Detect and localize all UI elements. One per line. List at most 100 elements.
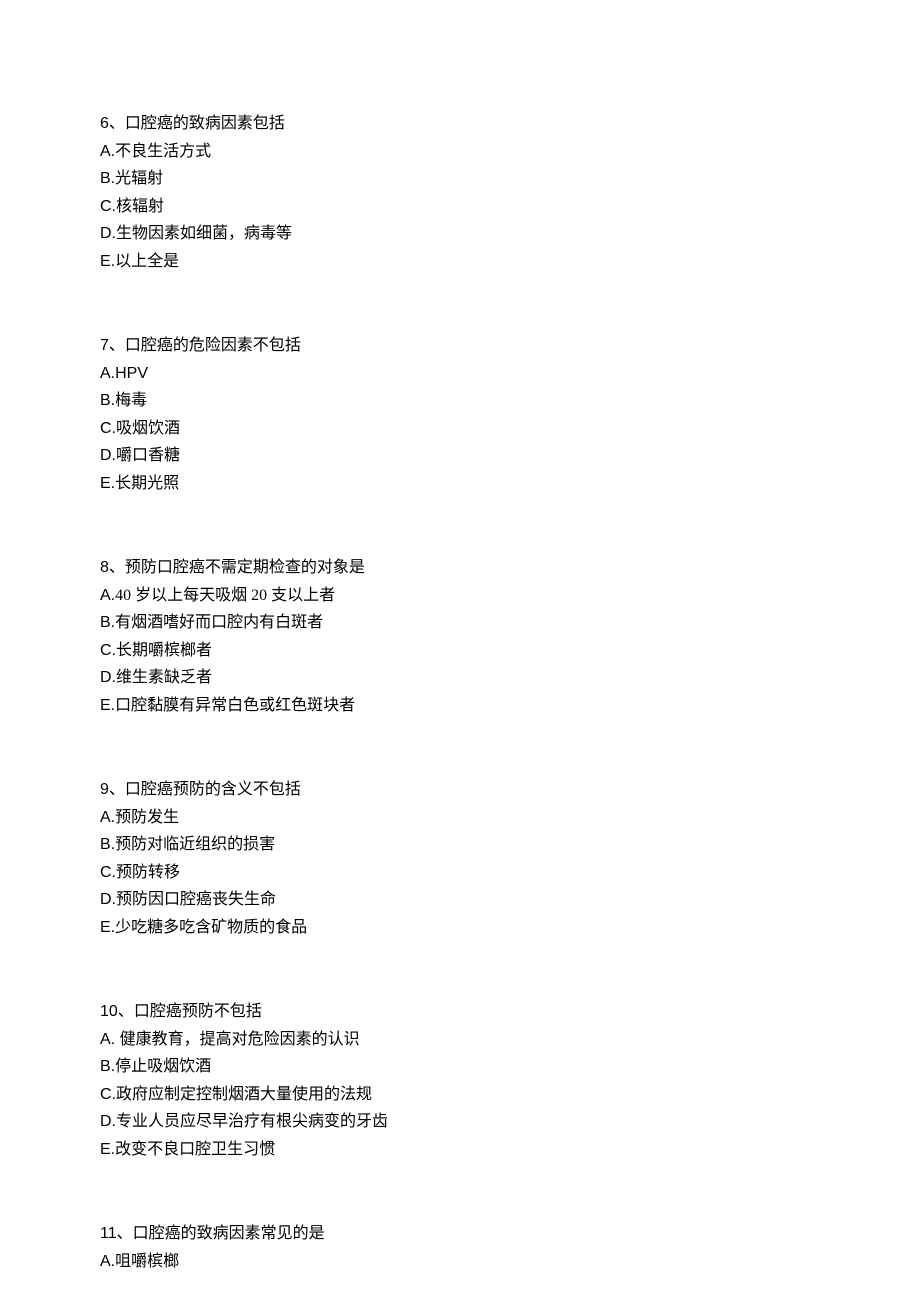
option-label: B. [100, 836, 115, 853]
question-text: 预防口腔癌不需定期检查的对象是 [125, 559, 365, 576]
option-text: 预防发生 [115, 809, 179, 826]
option-b: B.梅毒 [100, 387, 820, 415]
question-9: 9、口腔癌预防的含义不包括 A.预防发生 B.预防对临近组织的损害 C.预防转移… [100, 776, 820, 941]
option-e: E.少吃糖多吃含矿物质的食品 [100, 914, 820, 942]
option-label: B. [100, 1058, 115, 1075]
question-text: 口腔癌的致病因素常见的是 [133, 1225, 325, 1242]
option-text: 改变不良口腔卫生习惯 [115, 1141, 275, 1158]
question-stem: 6、口腔癌的致病因素包括 [100, 110, 820, 138]
option-e: E.口腔黏膜有异常白色或红色斑块者 [100, 692, 820, 720]
option-c: C.预防转移 [100, 859, 820, 887]
option-d: D.预防因口腔癌丧失生命 [100, 886, 820, 914]
option-e: E.以上全是 [100, 248, 820, 276]
option-label: E. [100, 475, 115, 492]
option-text: 40 岁以上每天吸烟 20 支以上者 [115, 587, 335, 604]
option-text: 政府应制定控制烟酒大量使用的法规 [116, 1086, 372, 1103]
option-label: E. [100, 1141, 115, 1158]
question-text: 口腔癌预防的含义不包括 [125, 781, 301, 798]
option-text: 光辐射 [115, 170, 163, 187]
option-c: C.核辐射 [100, 193, 820, 221]
option-text: 吸烟饮酒 [116, 420, 180, 437]
option-c: C.政府应制定控制烟酒大量使用的法规 [100, 1081, 820, 1109]
option-b: B.预防对临近组织的损害 [100, 831, 820, 859]
option-c: C.吸烟饮酒 [100, 415, 820, 443]
option-text: 预防转移 [116, 864, 180, 881]
option-label: A. [100, 143, 115, 160]
option-label: B. [100, 170, 115, 187]
option-d: D.维生素缺乏者 [100, 664, 820, 692]
option-label: D. [100, 225, 116, 242]
option-a: A.咀嚼槟榔 [100, 1248, 820, 1276]
option-label: C. [100, 198, 116, 215]
question-7: 7、口腔癌的危险因素不包括 A.HPV B.梅毒 C.吸烟饮酒 D.嚼口香糖 E… [100, 332, 820, 497]
question-number: 11、 [100, 1225, 133, 1242]
option-text: 少吃糖多吃含矿物质的食品 [115, 919, 307, 936]
option-label: C. [100, 864, 116, 881]
option-e: E.长期光照 [100, 470, 820, 498]
option-text: 健康教育，提高对危险因素的认识 [120, 1031, 360, 1048]
question-6: 6、口腔癌的致病因素包括 A.不良生活方式 B.光辐射 C.核辐射 D.生物因素… [100, 110, 820, 275]
question-number: 8、 [100, 559, 125, 576]
question-stem: 11、口腔癌的致病因素常见的是 [100, 1220, 820, 1248]
option-label: E. [100, 253, 115, 270]
option-text: 维生素缺乏者 [116, 669, 212, 686]
option-label: D. [100, 447, 116, 464]
question-text: 口腔癌的危险因素不包括 [125, 337, 301, 354]
question-stem: 8、预防口腔癌不需定期检查的对象是 [100, 554, 820, 582]
option-label: E. [100, 697, 115, 714]
option-label: A. [100, 1031, 120, 1048]
question-number: 7、 [100, 337, 125, 354]
option-label: A. [100, 1253, 115, 1270]
option-text: 梅毒 [115, 392, 147, 409]
option-a: A.不良生活方式 [100, 138, 820, 166]
question-number: 6、 [100, 115, 125, 132]
option-c: C.长期嚼槟榔者 [100, 637, 820, 665]
option-label: D. [100, 1113, 116, 1130]
question-8: 8、预防口腔癌不需定期检查的对象是 A.40 岁以上每天吸烟 20 支以上者 B… [100, 554, 820, 719]
option-label: A. [100, 809, 115, 826]
option-text: HPV [115, 365, 148, 382]
option-text: 不良生活方式 [115, 143, 211, 160]
option-text: 口腔黏膜有异常白色或红色斑块者 [115, 697, 355, 714]
option-text: 生物因素如细菌，病毒等 [116, 225, 292, 242]
option-a: A.HPV [100, 360, 820, 388]
question-number: 10、 [100, 1003, 134, 1020]
option-label: D. [100, 891, 116, 908]
option-text: 核辐射 [116, 198, 164, 215]
option-e: E.改变不良口腔卫生习惯 [100, 1136, 820, 1164]
option-label: C. [100, 1086, 116, 1103]
option-a: A. 健康教育，提高对危险因素的认识 [100, 1026, 820, 1054]
option-text: 以上全是 [115, 253, 179, 270]
question-11: 11、口腔癌的致病因素常见的是 A.咀嚼槟榔 [100, 1220, 820, 1275]
question-text: 口腔癌的致病因素包括 [125, 115, 285, 132]
option-a: A.40 岁以上每天吸烟 20 支以上者 [100, 582, 820, 610]
question-stem: 9、口腔癌预防的含义不包括 [100, 776, 820, 804]
option-b: B.停止吸烟饮酒 [100, 1053, 820, 1081]
option-d: D.专业人员应尽早治疗有根尖病变的牙齿 [100, 1108, 820, 1136]
option-d: D.嚼口香糖 [100, 442, 820, 470]
option-text: 长期光照 [115, 475, 179, 492]
option-text: 预防因口腔癌丧失生命 [116, 891, 276, 908]
option-label: A. [100, 587, 115, 604]
option-label: A. [100, 365, 115, 382]
option-label: E. [100, 919, 115, 936]
option-b: B.光辐射 [100, 165, 820, 193]
option-text: 停止吸烟饮酒 [115, 1058, 211, 1075]
question-10: 10、口腔癌预防不包括 A. 健康教育，提高对危险因素的认识 B.停止吸烟饮酒 … [100, 998, 820, 1163]
option-d: D.生物因素如细菌，病毒等 [100, 220, 820, 248]
option-label: D. [100, 669, 116, 686]
question-text: 口腔癌预防不包括 [134, 1003, 262, 1020]
option-label: B. [100, 614, 115, 631]
option-b: B.有烟酒嗜好而口腔内有白斑者 [100, 609, 820, 637]
question-number: 9、 [100, 781, 125, 798]
option-text: 专业人员应尽早治疗有根尖病变的牙齿 [116, 1113, 388, 1130]
question-stem: 7、口腔癌的危险因素不包括 [100, 332, 820, 360]
question-stem: 10、口腔癌预防不包括 [100, 998, 820, 1026]
option-text: 长期嚼槟榔者 [116, 642, 212, 659]
option-text: 咀嚼槟榔 [115, 1253, 179, 1270]
option-text: 有烟酒嗜好而口腔内有白斑者 [115, 614, 323, 631]
option-label: C. [100, 642, 116, 659]
option-text: 预防对临近组织的损害 [115, 836, 275, 853]
option-text: 嚼口香糖 [116, 447, 180, 464]
option-label: C. [100, 420, 116, 437]
